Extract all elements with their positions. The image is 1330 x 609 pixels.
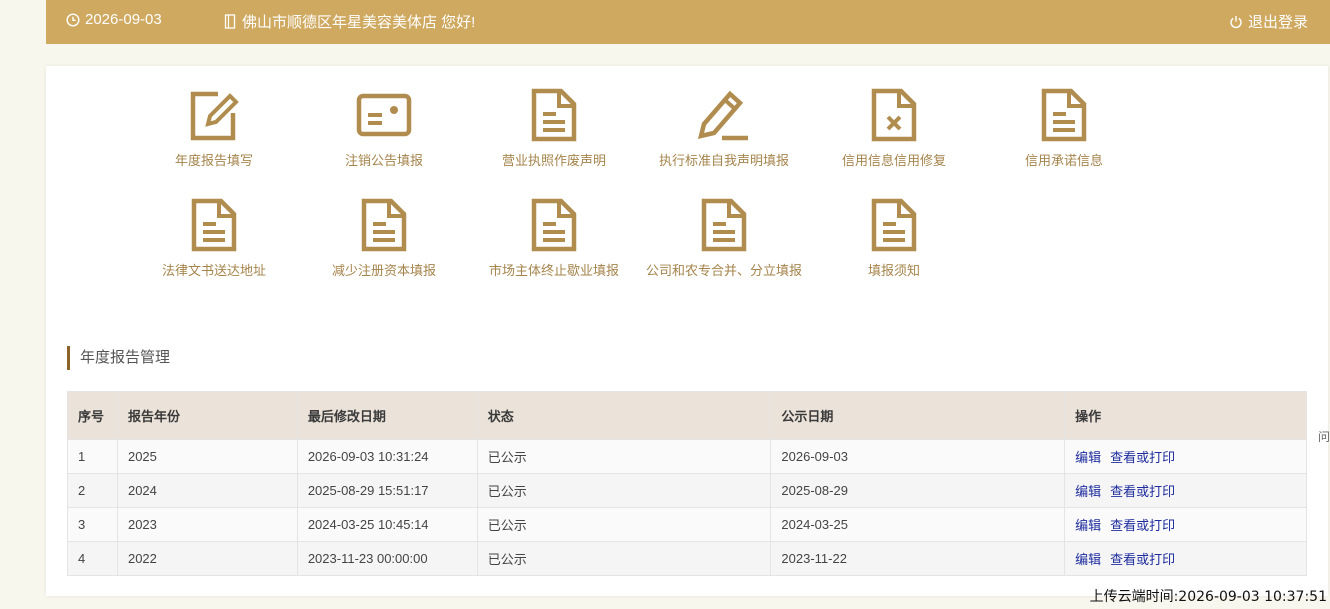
tile-business-termination[interactable]: 市场主体终止歇业填报 [469,198,639,279]
tile-legal-address[interactable]: 法律文书送达地址 [129,198,299,279]
document-x-icon [871,88,917,142]
tile-label: 年度报告填写 [174,153,253,168]
table-row: 1 2025 2026-09-03 10:31:24 已公示 2026-09-0… [67,439,1307,474]
tile-label: 公司和农专合并、分立填报 [645,263,802,278]
tile-annual-report[interactable]: 年度报告填写 [129,88,299,169]
date-display: 2026-09-03 [66,11,162,28]
cell-status: 已公示 [476,507,772,542]
cell-year: 2024 [116,473,298,508]
top-bar: 2026-09-03 佛山市顺德区年星美容美体店 您好! 退出登录 [46,0,1330,44]
main-panel: 年度报告填写 注销公告填报 营业执照作废声明 执行标准自我声明填报 信用信息信用… [46,66,1328,596]
clock-icon [66,12,80,27]
cell-index: 3 [67,507,118,542]
cell-year: 2023 [116,507,298,542]
greeting-text: 佛山市顺德区年星美容美体店 您好! [242,14,476,31]
edit-link[interactable]: 编辑 [1075,552,1101,567]
cell-index: 4 [67,541,118,576]
cell-actions: 编辑 查看或打印 [1064,507,1307,542]
cell-modified: 2025-08-29 15:51:17 [296,473,478,508]
table-row: 3 2023 2024-03-25 10:45:14 已公示 2024-03-2… [67,507,1307,542]
logout-button[interactable]: 退出登录 [1229,11,1308,32]
header-publish-date: 公示日期 [770,391,1066,440]
header-status: 状态 [476,391,772,440]
edit-link[interactable]: 编辑 [1075,450,1101,465]
document-icon [871,198,917,252]
tile-capital-reduction[interactable]: 减少注册资本填报 [299,198,469,279]
tile-filing-instructions[interactable]: 填报须知 [809,198,979,279]
document-icon [191,198,237,252]
cell-actions: 编辑 查看或打印 [1064,541,1307,576]
table-header-row: 序号 报告年份 最后修改日期 状态 公示日期 操作 [67,391,1307,440]
header-actions: 操作 [1064,391,1307,440]
tile-label: 信用信息信用修复 [841,153,946,168]
tile-merger-division[interactable]: 公司和农专合并、分立填报 [639,198,809,279]
pencil-icon [697,90,748,141]
view-print-link[interactable]: 查看或打印 [1110,450,1175,465]
tile-label: 市场主体终止歇业填报 [488,263,619,278]
tile-cancel-notice[interactable]: 注销公告填报 [299,88,469,169]
tile-standard-declaration[interactable]: 执行标准自我声明填报 [639,88,809,169]
document-icon [701,198,747,252]
header-year: 报告年份 [116,391,298,440]
cell-publish-date: 2023-11-22 [770,541,1066,576]
edit-icon [190,91,239,141]
tile-label: 法律文书送达地址 [161,263,266,278]
cell-publish-date: 2024-03-25 [770,507,1066,542]
cell-index: 1 [67,439,118,474]
cell-status: 已公示 [476,541,772,576]
edit-link[interactable]: 编辑 [1075,484,1101,499]
book-icon [224,14,236,29]
cell-modified: 2024-03-25 10:45:14 [296,507,478,542]
tile-credit-repair[interactable]: 信用信息信用修复 [809,88,979,169]
document-icon [361,198,407,252]
view-print-link[interactable]: 查看或打印 [1110,552,1175,567]
document-icon [1041,88,1087,142]
greeting: 佛山市顺德区年星美容美体店 您好! [224,11,475,32]
view-print-link[interactable]: 查看或打印 [1110,484,1175,499]
edit-link[interactable]: 编辑 [1075,518,1101,533]
tile-label: 执行标准自我声明填报 [658,153,789,168]
cell-year: 2025 [116,439,298,474]
logout-label: 退出登录 [1247,14,1308,31]
date-text: 2026-09-03 [85,11,162,28]
view-print-link[interactable]: 查看或打印 [1110,518,1175,533]
tile-credit-promise[interactable]: 信用承诺信息 [979,88,1149,169]
upload-time: 上传云端时间:2026-09-03 10:37:51 [1089,589,1327,605]
cell-actions: 编辑 查看或打印 [1064,473,1307,508]
cell-actions: 编辑 查看或打印 [1064,439,1307,474]
cell-index: 2 [67,473,118,508]
cell-publish-date: 2025-08-29 [770,473,1066,508]
cell-publish-date: 2026-09-03 [770,439,1066,474]
cell-modified: 2026-09-03 10:31:24 [296,439,478,474]
cell-status: 已公示 [476,439,772,474]
tile-license-void[interactable]: 营业执照作废声明 [469,88,639,169]
header-index: 序号 [67,391,118,440]
document-icon [531,198,577,252]
help-edge-text[interactable]: 问 [1318,428,1330,445]
tile-label: 减少注册资本填报 [331,263,436,278]
section-title: 年度报告管理 [67,346,170,370]
card-icon [356,93,412,137]
cell-status: 已公示 [476,473,772,508]
cell-year: 2022 [116,541,298,576]
cell-modified: 2023-11-23 00:00:00 [296,541,478,576]
header-modified: 最后修改日期 [296,391,478,440]
table-row: 2 2024 2025-08-29 15:51:17 已公示 2025-08-2… [67,473,1307,508]
table-row: 4 2022 2023-11-23 00:00:00 已公示 2023-11-2… [67,541,1307,576]
document-icon [531,88,577,142]
tile-label: 信用承诺信息 [1024,153,1103,168]
tile-label: 营业执照作废声明 [501,153,606,168]
tile-label: 注销公告填报 [344,153,423,168]
annual-report-table: 序号 报告年份 最后修改日期 状态 公示日期 操作 1 2025 2026-09… [67,391,1307,576]
power-icon [1230,15,1242,28]
tile-label: 填报须知 [867,263,920,278]
